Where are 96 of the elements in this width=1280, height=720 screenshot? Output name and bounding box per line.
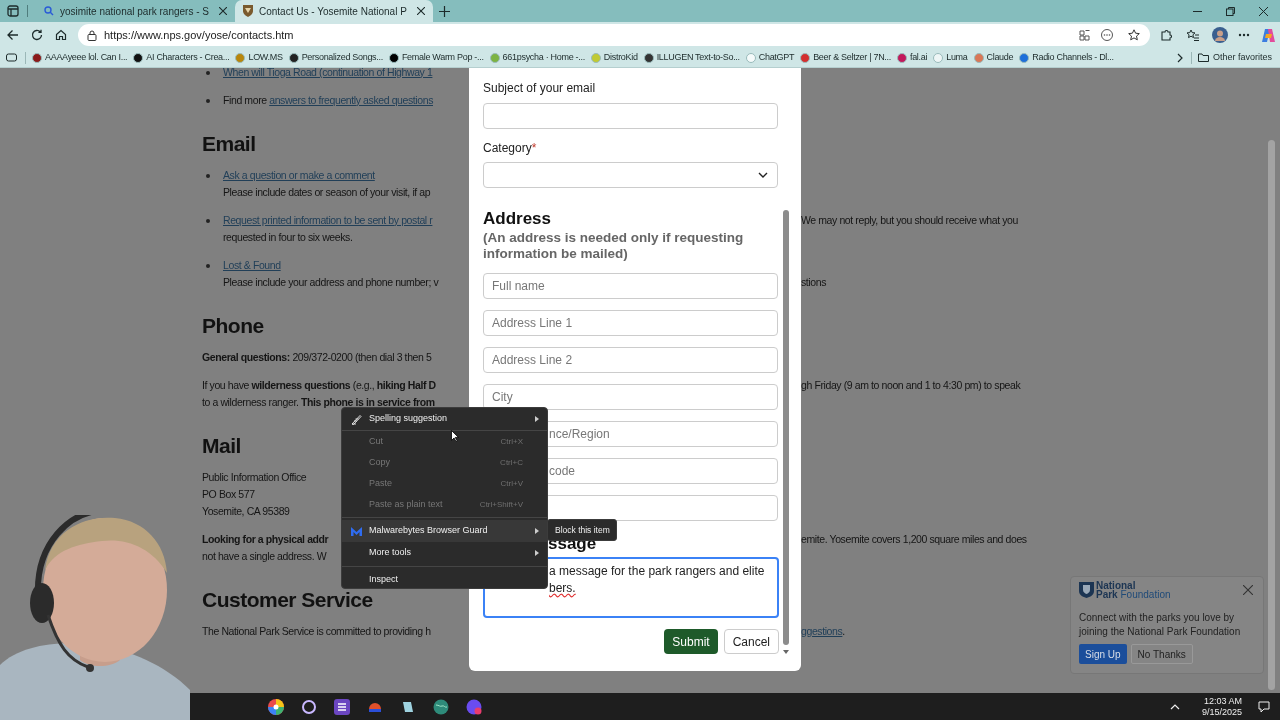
notification-icon[interactable] xyxy=(1258,700,1270,713)
cancel-button[interactable]: Cancel xyxy=(723,629,779,654)
body-text: stions xyxy=(801,274,827,290)
globe-icon[interactable] xyxy=(433,698,449,715)
restore-icon[interactable] xyxy=(1226,6,1235,16)
clock-time[interactable]: 12:03 AM xyxy=(1203,695,1242,707)
chevron-right-icon[interactable] xyxy=(1176,52,1183,63)
chevron-up-icon[interactable] xyxy=(1169,703,1180,710)
body-text: We may not reply, but you should receive what you xyxy=(801,212,1018,228)
logo-text: National Park Foundation xyxy=(1096,581,1171,599)
bookmark[interactable]: Beer & Seltzer | 7N... xyxy=(800,50,891,65)
text-field[interactable]: Address Line 1 xyxy=(483,310,778,336)
field-label: Category* xyxy=(483,140,538,156)
text-field[interactable]: Address Line 2 xyxy=(483,347,778,373)
bookmark[interactable]: AI Characters - Crea... xyxy=(133,50,230,65)
section-heading: Address xyxy=(483,208,553,230)
body-text: Please include dates or season of your visit, if ap xyxy=(223,184,431,200)
section-heading: Customer Service xyxy=(202,587,373,613)
home-icon[interactable] xyxy=(55,29,67,41)
sign-up-button[interactable]: Sign Up xyxy=(1079,644,1127,664)
star-icon[interactable] xyxy=(1128,29,1140,41)
ring-icon[interactable] xyxy=(301,698,317,715)
puzzle-icon[interactable] xyxy=(1160,29,1172,41)
close-icon[interactable] xyxy=(1259,6,1268,16)
more-options-icon[interactable] xyxy=(1101,29,1113,41)
field-label: Subject of your email xyxy=(483,80,597,96)
scrollbar-thumb[interactable] xyxy=(1268,140,1275,690)
body-text: Looking for a physical addr xyxy=(202,531,329,547)
bookmark[interactable]: Female Warm Pop -... xyxy=(388,50,484,65)
bookmark[interactable]: AAAAyeee lol. Can I... xyxy=(32,50,128,65)
app-icon[interactable] xyxy=(334,698,350,715)
bookmark[interactable]: LOW.MS xyxy=(235,50,283,65)
close-icon[interactable] xyxy=(218,7,227,15)
bookmark[interactable]: DistroKid xyxy=(590,50,638,65)
submit-button[interactable]: Submit xyxy=(664,629,718,654)
body-text: not have a single address. W xyxy=(202,548,327,564)
bookmark[interactable]: ChatGPT xyxy=(745,50,795,65)
scrollbar-thumb[interactable] xyxy=(783,210,789,645)
avatar-icon[interactable] xyxy=(1212,27,1228,43)
m-logo-icon xyxy=(351,526,362,536)
refresh-icon[interactable] xyxy=(31,29,43,41)
chevron-down-icon xyxy=(758,172,768,178)
section-note: (An address is needed only if requesting information be mailed) xyxy=(483,230,745,262)
body-text: Find more answers to frequently asked questions xyxy=(223,92,433,108)
bookmark[interactable]: 661psycha · Home -... xyxy=(489,50,585,65)
body-text: requested in four to six weeks. xyxy=(223,229,353,245)
text-field[interactable]: Full name xyxy=(483,273,778,299)
body-text: PO Box 577 xyxy=(202,486,255,502)
close-icon[interactable] xyxy=(416,7,425,15)
bookmark[interactable]: Radio Channels - Dl... xyxy=(1019,50,1114,65)
shield-icon xyxy=(242,5,253,17)
other-favorites[interactable]: Other favorites xyxy=(1197,50,1272,65)
new-tab-icon[interactable] xyxy=(438,5,450,17)
pen-icon xyxy=(351,413,362,425)
body-text: ggestions. xyxy=(801,623,845,639)
bookmark[interactable]: Personalized Songs... xyxy=(288,50,383,65)
shield-logo-icon xyxy=(1079,582,1094,598)
menu-item[interactable]: Block this item xyxy=(547,519,617,541)
text-field[interactable]: City xyxy=(483,384,778,410)
collections-icon[interactable] xyxy=(6,53,17,62)
bookmark[interactable]: ILLUGEN Text-to-So... xyxy=(643,50,740,65)
bookmark[interactable]: fal.ai xyxy=(896,50,928,65)
body-text: Public Information Office xyxy=(202,469,307,485)
body-text: Yosemite, CA 95389 xyxy=(202,503,290,519)
subject-field[interactable] xyxy=(483,103,778,129)
copilot-icon[interactable] xyxy=(1261,27,1276,43)
clock-date[interactable]: 9/15/2025 xyxy=(1201,706,1242,718)
body-text: The National Park Service is committed to providing h xyxy=(202,623,431,639)
tab[interactable]: Contact Us - Yosemite National P xyxy=(234,0,433,22)
cursor-icon xyxy=(451,430,459,442)
scroll-down-icon[interactable] xyxy=(783,650,789,654)
tab[interactable]: yosimite national park rangers - S xyxy=(36,0,235,22)
search-icon xyxy=(44,6,54,16)
no-thanks-button[interactable]: No Thanks xyxy=(1130,644,1193,664)
back-icon[interactable] xyxy=(7,29,19,41)
body-text: to a wilderness ranger. This phone is in service from xyxy=(202,394,435,410)
section-heading: Mail xyxy=(202,433,241,459)
body-text: gh Friday (9 am to noon and 1 to 4:30 pm) to speak xyxy=(801,377,1021,393)
apps-icon[interactable] xyxy=(1079,29,1090,41)
favorites-icon[interactable] xyxy=(1186,29,1199,41)
bookmark[interactable]: Luma xyxy=(933,50,968,65)
body-text: If you have wilderness questions (e.g., hiking Half D xyxy=(202,377,436,393)
promo-text: Connect with the parks you love by joining the National Park Foundation xyxy=(1079,611,1242,639)
lock-icon[interactable] xyxy=(87,29,97,41)
color-wheel-icon[interactable] xyxy=(268,698,284,715)
body-text: emite. Yosemite covers 1,200 square miles and does xyxy=(801,531,1027,547)
body-text: General questions: 209/372-0200 (then dial 3 then 5 xyxy=(202,349,432,365)
bookmark[interactable]: Claude xyxy=(973,50,1014,65)
workspaces-icon[interactable] xyxy=(7,5,19,17)
address-bar[interactable]: https://www.nps.gov/yose/contacts.htm xyxy=(78,24,1150,46)
more-icon[interactable] xyxy=(1238,33,1250,37)
body-text: Please include your address and phone number; v xyxy=(223,274,439,290)
menu-item[interactable]: Malwarebytes Browser Guard xyxy=(342,520,547,542)
section-heading: Phone xyxy=(202,313,264,339)
section-heading: Email xyxy=(202,131,256,157)
folder-icon xyxy=(1197,53,1209,62)
